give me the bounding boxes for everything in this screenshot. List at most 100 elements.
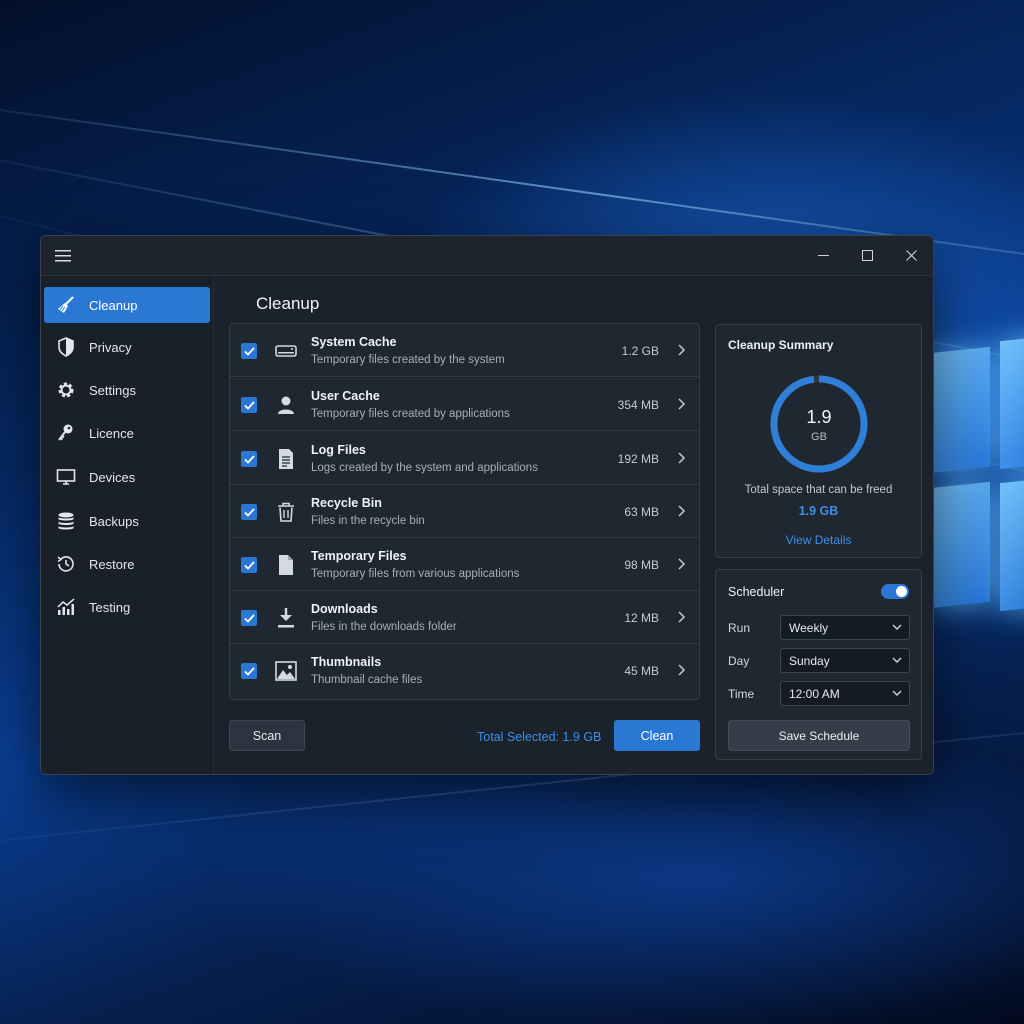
user-icon: [274, 393, 298, 417]
minimize-icon[interactable]: [801, 236, 845, 276]
image-icon: [274, 659, 298, 683]
save-schedule-button[interactable]: Save Schedule: [728, 720, 910, 751]
main-content: Cleanup System Cache Temporary files cre…: [215, 276, 933, 774]
chevron-right-icon[interactable]: [675, 450, 687, 466]
cleanup-row-log-files[interactable]: Log Files Logs created by the system and…: [230, 432, 699, 485]
sidebar-item-backups[interactable]: Backups: [44, 503, 210, 539]
broom-icon: [55, 294, 77, 316]
chevron-right-icon[interactable]: [675, 503, 687, 519]
hamburger-menu-icon[interactable]: [41, 236, 85, 276]
cleanup-row-system-cache[interactable]: System Cache Temporary files created by …: [230, 324, 699, 377]
sidebar-item-label: Cleanup: [89, 297, 138, 313]
chevron-right-icon[interactable]: [675, 342, 687, 358]
page-title: Cleanup: [256, 294, 320, 313]
checkbox[interactable]: [241, 343, 257, 359]
row-size: 98 MB: [624, 558, 659, 572]
gear-icon: [55, 379, 77, 401]
run-select[interactable]: Weekly: [780, 615, 910, 640]
row-size: 1.2 GB: [621, 344, 659, 358]
chevron-right-icon[interactable]: [675, 556, 687, 572]
row-title: Recycle Bin: [311, 496, 382, 510]
scheduler-toggle[interactable]: [881, 584, 909, 599]
shield-icon: [55, 336, 77, 358]
windows-logo: [930, 330, 1024, 630]
checkbox[interactable]: [241, 663, 257, 679]
key-icon: [55, 422, 77, 444]
scan-button[interactable]: Scan: [229, 720, 305, 751]
database-icon: [55, 510, 77, 532]
row-description: Temporary files from various application…: [311, 568, 520, 580]
cleanup-app-window: Cleanup Privacy Settings Licence Devices: [40, 235, 934, 775]
sidebar-item-devices[interactable]: Devices: [44, 459, 210, 495]
cleanup-row-downloads[interactable]: Downloads Files in the downloads folder …: [230, 591, 699, 644]
sidebar-item-label: Licence: [89, 425, 134, 441]
cleanup-row-recycle-bin[interactable]: Recycle Bin Files in the recycle bin 63 …: [230, 485, 699, 538]
sidebar-item-label: Settings: [89, 382, 136, 398]
row-description: Files in the downloads folder: [311, 621, 457, 633]
sidebar-item-privacy[interactable]: Privacy: [44, 329, 210, 365]
day-select[interactable]: Sunday: [780, 648, 910, 673]
row-description: Thumbnail cache files: [311, 674, 423, 686]
chart-icon: [55, 596, 77, 618]
sidebar-item-label: Privacy: [89, 339, 132, 355]
sidebar-item-label: Testing: [89, 599, 131, 615]
restore-clock-icon: [55, 553, 77, 575]
download-icon: [274, 606, 298, 630]
time-select-value: 12:00 AM: [789, 686, 840, 701]
scheduler-title: Scheduler: [728, 585, 785, 599]
summary-title: Cleanup Summary: [728, 338, 834, 352]
cleanup-row-temporary-files[interactable]: Temporary Files Temporary files from var…: [230, 538, 699, 591]
close-icon[interactable]: [889, 236, 933, 276]
row-size: 45 MB: [624, 664, 659, 678]
total-selected-text: Total Selected: 1.9 GB: [477, 730, 602, 744]
ring-value: 1.9: [806, 407, 832, 427]
sidebar-item-settings[interactable]: Settings: [44, 372, 210, 408]
checkbox[interactable]: [241, 557, 257, 573]
row-title: Temporary Files: [311, 549, 407, 563]
sidebar-item-cleanup[interactable]: Cleanup: [44, 287, 210, 323]
view-details-link[interactable]: View Details: [716, 533, 921, 547]
day-label: Day: [728, 654, 750, 668]
sidebar-item-label: Devices: [89, 469, 136, 485]
row-size: 192 MB: [617, 452, 659, 466]
run-label: Run: [728, 621, 751, 635]
row-title: Log Files: [311, 443, 366, 457]
row-description: Files in the recycle bin: [311, 515, 425, 527]
sidebar-item-licence[interactable]: Licence: [44, 415, 210, 451]
maximize-icon[interactable]: [845, 236, 889, 276]
chevron-right-icon[interactable]: [675, 609, 687, 625]
checkbox[interactable]: [241, 610, 257, 626]
ring-unit: GB: [811, 431, 827, 443]
time-label: Time: [728, 687, 755, 701]
clean-button[interactable]: Clean: [614, 720, 700, 751]
scheduler-panel: Scheduler Run Weekly Day Sunday Time 12:…: [715, 569, 922, 760]
drive-icon: [274, 339, 298, 363]
day-select-value: Sunday: [789, 653, 830, 668]
checkbox[interactable]: [241, 451, 257, 467]
row-description: Logs created by the system and applicati…: [311, 462, 538, 474]
row-size: 354 MB: [617, 398, 659, 412]
checkbox[interactable]: [241, 397, 257, 413]
row-title: User Cache: [311, 389, 380, 403]
chevron-right-icon[interactable]: [675, 662, 687, 678]
monitor-icon: [55, 466, 77, 488]
chevron-right-icon[interactable]: [675, 396, 687, 412]
checkbox[interactable]: [241, 504, 257, 520]
row-title: System Cache: [311, 335, 397, 349]
run-select-value: Weekly: [789, 620, 829, 635]
chevron-down-icon: [892, 624, 902, 630]
row-title: Thumbnails: [311, 655, 382, 669]
chevron-down-icon: [892, 657, 902, 663]
file-icon: [274, 553, 298, 577]
summary-label: Total space that can be freed: [744, 484, 893, 496]
cleanup-summary-panel: Cleanup Summary 1.9 GB Total space that …: [715, 324, 922, 558]
row-size: 12 MB: [624, 611, 659, 625]
sidebar-item-label: Backups: [89, 513, 139, 529]
chevron-down-icon: [892, 690, 902, 696]
cleanup-row-user-cache[interactable]: User Cache Temporary files created by ap…: [230, 378, 699, 431]
time-select[interactable]: 12:00 AM: [780, 681, 910, 706]
sidebar-item-restore[interactable]: Restore: [44, 546, 210, 582]
sidebar-item-testing[interactable]: Testing: [44, 589, 210, 625]
row-description: Temporary files created by the system: [311, 354, 505, 366]
cleanup-row-thumbnails[interactable]: Thumbnails Thumbnail cache files 45 MB: [230, 644, 699, 699]
